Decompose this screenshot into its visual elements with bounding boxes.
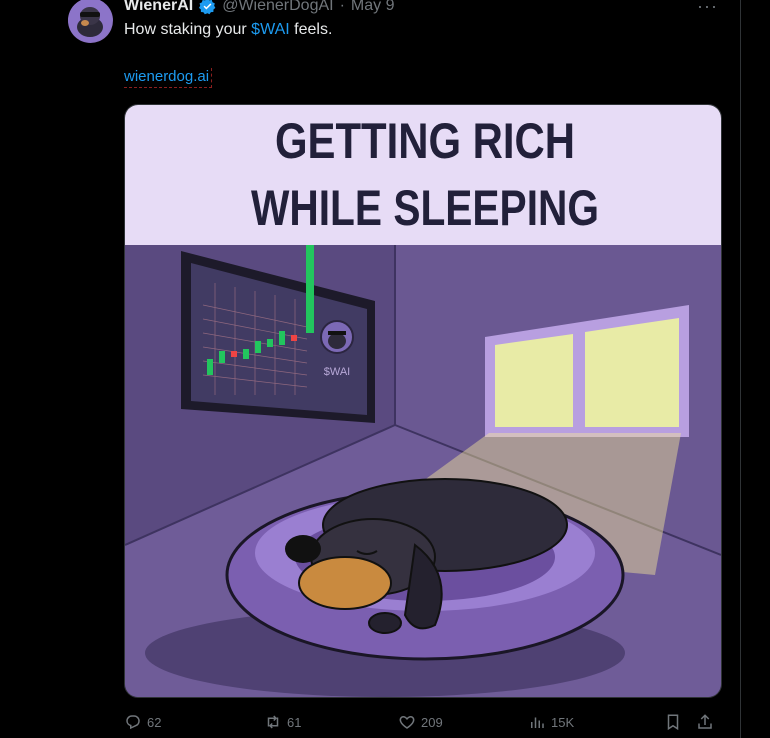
cashtag-link[interactable]: $WAI <box>251 21 290 38</box>
tweet-link[interactable]: wienerdog.ai <box>124 68 213 88</box>
tweet-header: WienerAI @WienerDogAI · May 9 <box>124 0 395 16</box>
share-icon <box>698 714 712 729</box>
retweet-count: 61 <box>287 714 302 730</box>
tweet-text-after: feels. <box>289 21 333 38</box>
views-chart-icon <box>531 717 544 728</box>
reply-button[interactable]: 62 <box>124 713 161 731</box>
reply-icon <box>126 715 140 730</box>
bookmark-button[interactable] <box>664 713 682 731</box>
views-button[interactable]: 15K <box>528 713 574 731</box>
reply-count: 62 <box>147 714 162 730</box>
media-title-line1: GETTING RICH <box>275 113 575 169</box>
author-avatar[interactable] <box>68 0 113 43</box>
share-button[interactable] <box>696 713 714 731</box>
retweet-button[interactable]: 61 <box>264 713 301 731</box>
tweet-text-before: How staking your <box>124 21 252 38</box>
like-count: 209 <box>421 714 443 730</box>
tweet-media-image[interactable]: GETTING RICH WHILE SLEEPING $WAI <box>124 104 722 698</box>
bookmark-icon <box>667 714 679 731</box>
more-options-icon[interactable]: ··· <box>697 0 718 17</box>
media-title-line2: WHILE SLEEPING <box>251 180 599 236</box>
screen-token-label: $WAI <box>324 366 351 378</box>
tweet-actions-bar: 62 61 209 15K <box>124 713 720 735</box>
author-name[interactable]: WienerAI <box>124 0 193 15</box>
verified-badge-icon <box>199 0 216 15</box>
header-separator: · <box>339 0 345 14</box>
views-count: 15K <box>551 714 575 730</box>
like-button[interactable]: 209 <box>398 713 443 731</box>
heart-icon <box>399 715 415 729</box>
tweet-date[interactable]: May 9 <box>351 0 395 15</box>
tweet[interactable]: WienerAI @WienerDogAI · May 9 ··· How st… <box>0 0 741 738</box>
author-handle[interactable]: @WienerDogAI <box>222 0 333 15</box>
retweet-icon <box>267 715 279 729</box>
tweet-text: How staking your $WAI feels. <box>124 21 332 39</box>
